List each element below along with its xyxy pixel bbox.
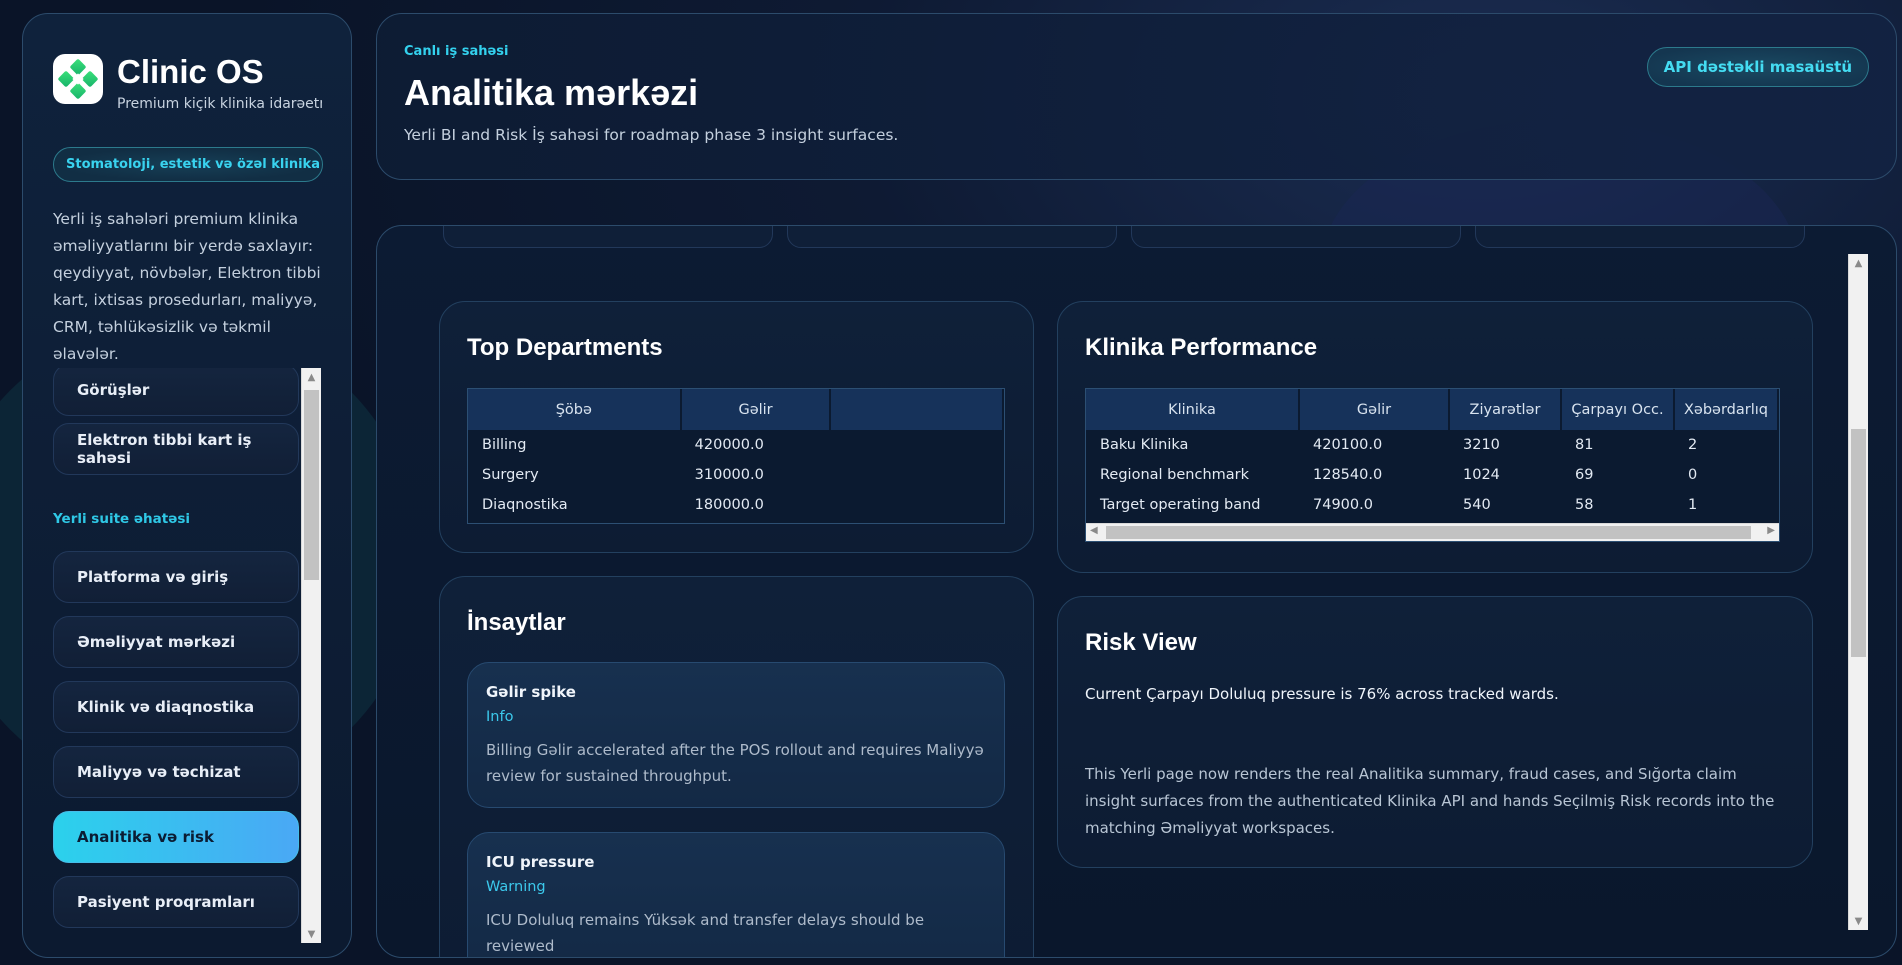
clinic-performance-table: Klinika Gəlir Ziyarətlər Çarpayı Occ. Xə… bbox=[1085, 388, 1780, 542]
insight-title: ICU pressure bbox=[486, 853, 595, 871]
clinic-performance-card: Klinika Performance Klinika Gəlir Ziyarə… bbox=[1057, 301, 1813, 573]
table-cell: 1 bbox=[1688, 497, 1698, 513]
nav-section-label: Yerli suite əhatəsi bbox=[53, 511, 191, 527]
sidebar: Clinic OS Premium kiçik klinika idarəetm… bbox=[22, 13, 352, 958]
column-header[interactable]: Çarpayı Occ. bbox=[1561, 389, 1675, 430]
scrollbar-thumb[interactable] bbox=[304, 390, 319, 580]
table-cell: 2 bbox=[1688, 437, 1698, 453]
insight-body: Billing Gəlir accelerated after the POS … bbox=[486, 741, 984, 785]
column-header[interactable]: Xəbərdarlıq bbox=[1674, 389, 1779, 430]
column-header[interactable]: Gəlir bbox=[680, 389, 832, 430]
sidebar-item-finance[interactable]: Maliyyə və təchizat bbox=[53, 746, 299, 798]
brand: Clinic OS Premium kiçik klinika idarəetm… bbox=[53, 54, 322, 112]
column-header bbox=[830, 389, 1004, 430]
sidebar-scrollbar[interactable]: ▲ ▼ bbox=[301, 368, 321, 943]
sidebar-nav: Görüşlər Elektron tibbi kart iş sahəsi Y… bbox=[53, 368, 323, 943]
column-header[interactable]: Klinika bbox=[1086, 389, 1300, 430]
departments-table: Şöbə Gəlir Billing 420000.0 Surgery 3100… bbox=[467, 388, 1005, 524]
card-title: İnsaytlar bbox=[467, 609, 566, 636]
scope-pill: Stomatoloji, estetik və özəl klinika iş … bbox=[53, 147, 323, 182]
table-row[interactable]: Baku Klinika 420100.0 3210 81 2 bbox=[1086, 430, 1778, 460]
card-title: Top Departments bbox=[467, 334, 663, 361]
insight-title: Gəlir spike bbox=[486, 683, 576, 701]
table-row[interactable]: Regional benchmark 128540.0 1024 69 0 bbox=[1086, 460, 1778, 490]
insight-item[interactable]: ICU pressure Warning ICU Doluluq remains… bbox=[467, 832, 1005, 957]
sidebar-item-clinical[interactable]: Klinik və diaqnostika bbox=[53, 681, 299, 733]
sidebar-description: Yerli iş sahələri premium klinika əməliy… bbox=[53, 210, 321, 363]
main-panel: Top Departments Şöbə Gəlir Billing 42000… bbox=[376, 225, 1897, 958]
table-cell bbox=[830, 430, 1003, 460]
table-row[interactable]: Target operating band 74900.0 540 58 1 bbox=[1086, 490, 1778, 520]
scroll-up-icon[interactable]: ▲ bbox=[302, 368, 321, 386]
insight-item[interactable]: Gəlir spike Info Billing Gəlir accelerat… bbox=[467, 662, 1005, 808]
risk-view-card: Risk View Current Çarpayı Doluluq pressu… bbox=[1057, 596, 1813, 868]
table-cell: 81 bbox=[1575, 437, 1594, 453]
table-cell: 180000.0 bbox=[694, 497, 764, 513]
metric-card-stub bbox=[1131, 226, 1461, 248]
scroll-left-icon[interactable]: ◀ bbox=[1090, 525, 1098, 536]
table-cell: Diaqnostika bbox=[482, 497, 568, 513]
risk-summary: Current Çarpayı Doluluq pressure is 76% … bbox=[1085, 685, 1559, 703]
scroll-up-icon[interactable]: ▲ bbox=[1849, 254, 1868, 272]
clinic-logo-icon bbox=[53, 54, 103, 104]
column-header[interactable]: Ziyarətlər bbox=[1449, 389, 1562, 430]
scroll-down-icon[interactable]: ▼ bbox=[302, 925, 321, 943]
table-cell: 420100.0 bbox=[1313, 437, 1383, 453]
main-scrollbar[interactable]: ▲ ▼ bbox=[1848, 254, 1868, 930]
table-horizontal-scrollbar[interactable]: ◀ ▶ bbox=[1086, 523, 1779, 541]
table-cell: 128540.0 bbox=[1313, 467, 1383, 483]
metric-card-stub bbox=[443, 226, 773, 248]
sidebar-item-analytics[interactable]: Analitika və risk bbox=[53, 811, 299, 863]
table-cell bbox=[830, 460, 1003, 490]
table-cell: 58 bbox=[1575, 497, 1594, 513]
table-row[interactable]: Diaqnostika 180000.0 bbox=[468, 490, 1003, 520]
scrollbar-thumb[interactable] bbox=[1106, 526, 1751, 539]
table-row[interactable]: Surgery 310000.0 bbox=[468, 460, 1003, 490]
sidebar-item-operations[interactable]: Əməliyyat mərkəzi bbox=[53, 616, 299, 668]
brand-title: Clinic OS bbox=[117, 53, 264, 90]
column-header[interactable]: Şöbə bbox=[468, 389, 682, 430]
scrollbar-thumb[interactable] bbox=[1851, 429, 1866, 657]
sidebar-item-gorusler[interactable]: Görüşlər bbox=[53, 368, 299, 416]
table-cell bbox=[830, 490, 1003, 520]
table-cell: Surgery bbox=[482, 467, 539, 483]
card-title: Risk View bbox=[1085, 629, 1197, 656]
table-cell: Billing bbox=[482, 437, 527, 453]
table-cell: 1024 bbox=[1463, 467, 1500, 483]
column-header[interactable]: Gəlir bbox=[1299, 389, 1450, 430]
sidebar-item-emr[interactable]: Elektron tibbi kart iş sahəsi bbox=[53, 423, 299, 475]
sidebar-item-patient-programs[interactable]: Pasiyent proqramları bbox=[53, 876, 299, 928]
sidebar-item-platform[interactable]: Platforma və giriş bbox=[53, 551, 299, 603]
table-cell: 420000.0 bbox=[694, 437, 764, 453]
insight-body: ICU Doluluq remains Yüksək and transfer … bbox=[486, 911, 925, 955]
table-cell: 0 bbox=[1688, 467, 1698, 483]
insights-card: İnsaytlar Gəlir spike Info Billing Gəlir… bbox=[439, 576, 1034, 957]
table-cell: Regional benchmark bbox=[1100, 467, 1250, 483]
workspace-eyebrow: Canlı iş sahəsi bbox=[404, 44, 509, 59]
scroll-right-icon[interactable]: ▶ bbox=[1767, 525, 1775, 536]
table-cell: 74900.0 bbox=[1313, 497, 1373, 513]
table-cell: 540 bbox=[1463, 497, 1491, 513]
risk-description: This Yerli page now renders the real Ana… bbox=[1085, 765, 1775, 837]
table-cell: 69 bbox=[1575, 467, 1594, 483]
card-title: Klinika Performance bbox=[1085, 334, 1318, 361]
table-cell: 310000.0 bbox=[694, 467, 764, 483]
brand-subtitle: Premium kiçik klinika idarəetmə bbox=[117, 96, 322, 112]
scroll-down-icon[interactable]: ▼ bbox=[1849, 912, 1868, 930]
metric-card-stub bbox=[787, 226, 1117, 248]
api-status-badge: API dəstəkli masaüstü bbox=[1646, 47, 1869, 87]
table-cell: Target operating band bbox=[1100, 497, 1261, 513]
top-departments-card: Top Departments Şöbə Gəlir Billing 42000… bbox=[439, 301, 1034, 553]
metric-card-stub bbox=[1475, 226, 1805, 248]
insight-severity: Warning bbox=[486, 879, 546, 895]
page-title: Analitika mərkəzi bbox=[404, 72, 699, 113]
insight-severity: Info bbox=[486, 709, 514, 725]
table-row[interactable]: Billing 420000.0 bbox=[468, 430, 1003, 460]
table-cell: 3210 bbox=[1463, 437, 1500, 453]
page-subtitle: Yerli BI and Risk İş sahəsi for roadmap … bbox=[404, 126, 899, 144]
page-header: Canlı iş sahəsi Analitika mərkəzi Yerli … bbox=[376, 13, 1897, 180]
table-cell: Baku Klinika bbox=[1100, 437, 1189, 453]
